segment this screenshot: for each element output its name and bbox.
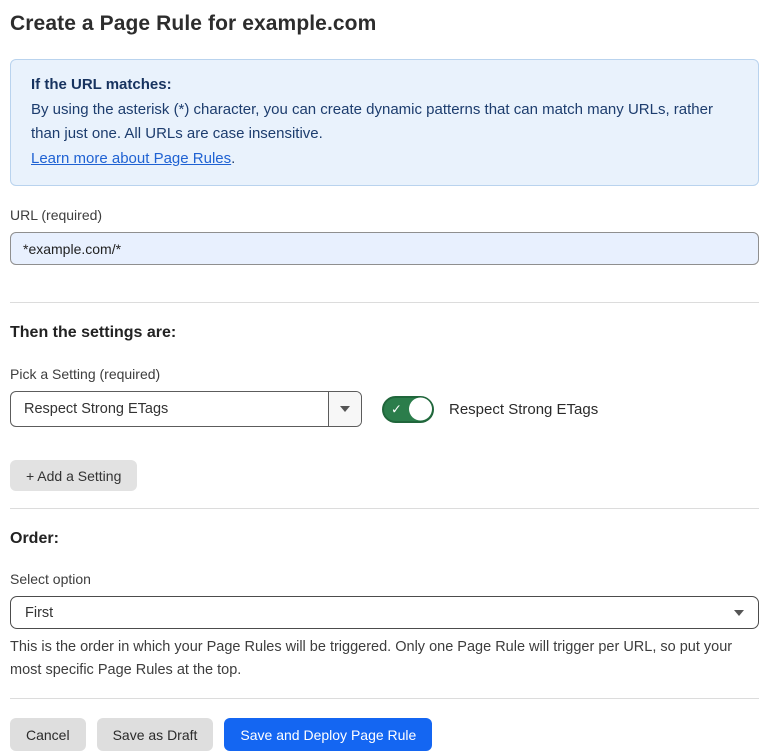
- cancel-button[interactable]: Cancel: [10, 718, 86, 751]
- chevron-down-icon: [340, 406, 350, 412]
- url-matches-info-box: If the URL matches: By using the asteris…: [10, 59, 759, 186]
- setting-toggle[interactable]: ✓: [382, 396, 434, 423]
- page-title: Create a Page Rule for example.com: [10, 12, 759, 36]
- toggle-label: Respect Strong ETags: [449, 401, 598, 418]
- order-help-text: This is the order in which your Page Rul…: [10, 636, 759, 681]
- setting-select-value: Respect Strong ETags: [11, 392, 328, 426]
- setting-select-arrow-button[interactable]: [328, 392, 361, 426]
- url-field-label: URL (required): [10, 207, 759, 223]
- toggle-knob: [409, 398, 432, 421]
- save-and-deploy-button[interactable]: Save and Deploy Page Rule: [224, 718, 432, 751]
- footer-button-row: Cancel Save as Draft Save and Deploy Pag…: [10, 718, 759, 751]
- setting-row: Respect Strong ETags ✓ Respect Strong ET…: [10, 391, 759, 427]
- divider-after-settings: [10, 508, 759, 509]
- pick-setting-label: Pick a Setting (required): [10, 366, 759, 382]
- order-select-label: Select option: [10, 571, 759, 587]
- url-input[interactable]: [10, 232, 759, 265]
- info-box-heading: If the URL matches:: [31, 73, 738, 98]
- setting-select[interactable]: Respect Strong ETags: [10, 391, 362, 427]
- order-select-value: First: [25, 605, 734, 621]
- save-as-draft-button[interactable]: Save as Draft: [97, 718, 214, 751]
- info-box-body: By using the asterisk (*) character, you…: [31, 98, 738, 172]
- order-section-heading: Order:: [10, 530, 759, 548]
- check-icon: ✓: [391, 403, 402, 416]
- divider-before-footer: [10, 698, 759, 699]
- add-setting-button[interactable]: + Add a Setting: [10, 460, 137, 491]
- chevron-down-icon: [734, 610, 744, 616]
- link-suffix: .: [231, 150, 235, 167]
- learn-more-link[interactable]: Learn more about Page Rules: [31, 150, 231, 167]
- settings-section-heading: Then the settings are:: [10, 324, 759, 342]
- order-select[interactable]: First: [10, 596, 759, 629]
- divider-after-url: [10, 302, 759, 303]
